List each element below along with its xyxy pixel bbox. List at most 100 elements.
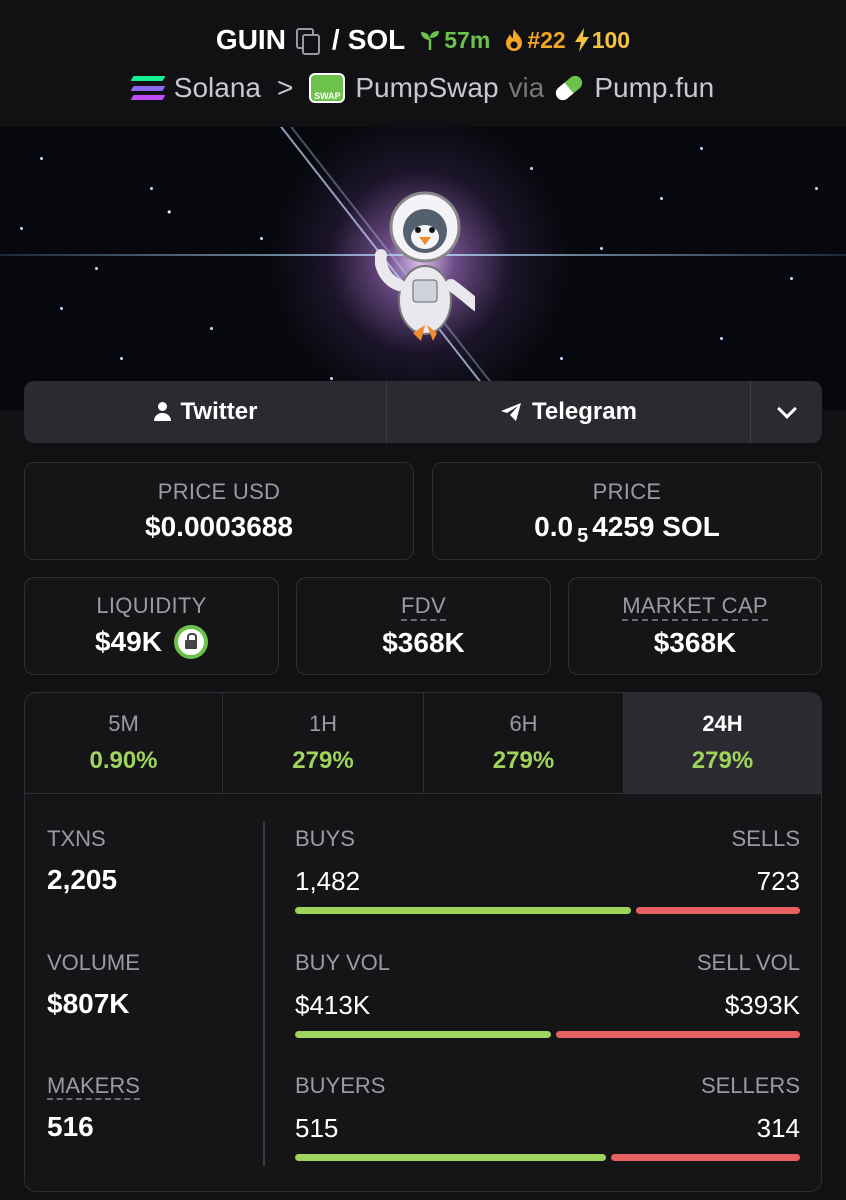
base-symbol: GUIN	[215, 24, 286, 55]
liquidity-value-row: $49K	[95, 625, 208, 659]
buy-bar-segment	[295, 907, 631, 914]
makers-value: 516	[47, 1111, 94, 1142]
price-usd-card: PRICE USD $0.0003688	[24, 462, 414, 560]
market-cap-value: $368K	[653, 627, 737, 658]
tab-5m[interactable]: 5M 0.90%	[25, 693, 223, 793]
tab-change: 279%	[292, 747, 354, 774]
seedling-icon	[421, 31, 440, 50]
volume-split-bar	[295, 1031, 800, 1038]
launchpad-link[interactable]: Pump.fun	[594, 72, 714, 104]
pair-age-value: 57m	[444, 26, 491, 53]
liquidity-value: $49K	[95, 626, 162, 657]
buys-sells-row: BUYS SELLS 1,482 723	[295, 826, 800, 914]
boost-badge[interactable]: 100	[574, 27, 630, 54]
price-usd-label: PRICE USD	[157, 479, 281, 504]
buyers-sellers-bar	[295, 1154, 800, 1161]
tab-change: 279%	[492, 747, 555, 774]
liquidity-label: LIQUIDITY	[96, 593, 207, 618]
person-icon	[153, 402, 171, 422]
makers-stat: MAKERS 516	[47, 1073, 140, 1143]
telegram-label: Telegram	[532, 398, 637, 425]
price-native-value: 0.0 5 4259 SOL	[534, 511, 720, 547]
pair-title: GUIN / SOL 57m #22 100	[0, 22, 846, 58]
price-native-zero-count: 5	[577, 524, 589, 547]
breadcrumb: Solana > SWAP PumpSwap via Pump.fun	[0, 68, 846, 108]
price-native-card: PRICE 0.0 5 4259 SOL	[432, 462, 822, 560]
timeframe-tabs: 5M 0.90% 1H 279% 6H 279% 24H 279%	[25, 693, 821, 794]
fdv-label[interactable]: FDV	[401, 593, 446, 621]
twitter-label: Twitter	[180, 398, 258, 425]
twitter-button[interactable]: Twitter	[24, 381, 387, 443]
txns-stat: TXNS 2,205	[47, 826, 117, 896]
telegram-button[interactable]: Telegram	[387, 381, 751, 443]
sells-label: SELLS	[731, 826, 801, 851]
pumpswap-icon: SWAP	[309, 73, 346, 103]
volume-split-row: BUY VOL SELL VOL $413K $393K	[295, 950, 800, 1038]
tab-change: 279%	[691, 747, 754, 774]
tab-label: 24H	[702, 711, 743, 736]
buyers-sellers-row: BUYERS SELLERS 515 314	[295, 1073, 800, 1161]
sellers-label: SELLERS	[700, 1073, 800, 1098]
tab-label: 1H	[308, 711, 338, 736]
volume-value: $807K	[47, 988, 130, 1019]
tab-24h[interactable]: 24H 279%	[624, 693, 821, 793]
trending-rank: #22	[504, 26, 566, 54]
breadcrumb-chevron-icon: >	[276, 72, 294, 103]
sell-vol-bar-segment	[556, 1031, 800, 1038]
price-native-digits: 4259 SOL	[592, 511, 720, 542]
makers-label[interactable]: MAKERS	[47, 1073, 140, 1100]
liquidity-card: LIQUIDITY $49K	[24, 577, 279, 675]
solana-icon	[130, 76, 166, 100]
buys-label: BUYS	[295, 826, 355, 851]
buyers-value: 515	[295, 1113, 339, 1143]
buy-vol-bar-segment	[295, 1031, 551, 1038]
buy-vol-label: BUY VOL	[295, 950, 390, 975]
buys-value: 1,482	[295, 866, 361, 896]
copy-icon[interactable]	[295, 28, 320, 55]
pair-separator: /	[331, 24, 340, 55]
flame-icon	[506, 29, 523, 51]
sell-bar-segment	[636, 907, 800, 914]
sell-vol-label: SELL VOL	[696, 950, 800, 975]
txns-label: TXNS	[47, 826, 106, 851]
chain-link[interactable]: Solana	[174, 72, 261, 104]
price-native-prefix: 0.0	[534, 511, 574, 542]
buyers-label: BUYERS	[295, 1073, 386, 1098]
fdv-value: $368K	[382, 627, 465, 658]
fdv-card: FDV $368K	[296, 577, 551, 675]
dex-link[interactable]: PumpSwap	[355, 72, 498, 104]
boost-value: 100	[591, 26, 631, 53]
tab-change: 0.90%	[89, 747, 158, 774]
buy-vol-value: $413K	[295, 990, 371, 1020]
lightning-icon	[574, 28, 589, 52]
chevron-down-icon	[776, 399, 797, 419]
pair-age: 57m	[419, 27, 490, 54]
tab-label: 5M	[108, 711, 139, 736]
stats-panel: 5M 0.90% 1H 279% 6H 279% 24H 279% TXNS 2…	[24, 692, 822, 1192]
market-cap-label[interactable]: MARKET CAP	[622, 593, 768, 621]
penguin-astronaut-image	[375, 191, 475, 341]
column-divider	[263, 821, 265, 1166]
sellers-value: 314	[756, 1113, 800, 1143]
volume-label: VOLUME	[47, 950, 140, 975]
quote-symbol: SOL	[347, 24, 406, 55]
more-links-button[interactable]	[751, 381, 822, 443]
txns-value: 2,205	[47, 864, 118, 895]
sellers-bar-segment	[610, 1154, 800, 1161]
tab-label: 6H	[509, 711, 538, 736]
paper-plane-icon	[501, 403, 522, 421]
lock-icon[interactable]	[173, 625, 208, 659]
price-usd-value: $0.0003688	[145, 511, 293, 542]
tab-6h[interactable]: 6H 279%	[424, 693, 624, 793]
pill-icon	[553, 72, 586, 104]
volume-stat: VOLUME $807K	[47, 950, 140, 1020]
trending-rank-value: #22	[527, 26, 566, 53]
token-banner	[0, 127, 846, 410]
sells-value: 723	[756, 866, 800, 896]
via-label: via	[508, 72, 545, 103]
tab-1h[interactable]: 1H 279%	[223, 693, 424, 793]
price-native-label: PRICE	[592, 479, 662, 504]
buyers-bar-segment	[295, 1154, 606, 1161]
social-links-bar: Twitter Telegram	[24, 381, 822, 443]
market-cap-card: MARKET CAP $368K	[568, 577, 822, 675]
